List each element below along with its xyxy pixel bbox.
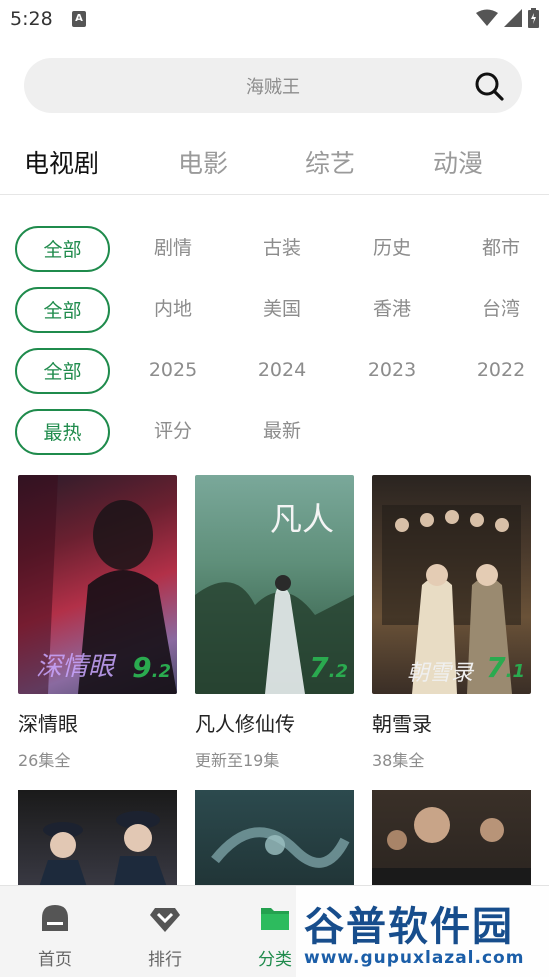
poster-image[interactable]: 凡人 7.2 — [195, 475, 354, 694]
card-title: 深情眼 — [18, 712, 78, 736]
diamond-icon — [150, 908, 180, 932]
category-tabs: 电视剧 电影 综艺 动漫 — [0, 136, 549, 188]
filter-genre-costume[interactable]: 古装 — [246, 226, 318, 272]
sort-newest[interactable]: 最新 — [246, 409, 318, 455]
score-badge: 9.2 — [132, 651, 171, 684]
sort-hot[interactable]: 最热 — [15, 409, 110, 455]
filter-region-hongkong[interactable]: 香港 — [356, 287, 428, 333]
status-time: 5:28 — [10, 8, 53, 30]
filter-year-2024[interactable]: 2024 — [246, 348, 318, 394]
poster-art — [38, 811, 168, 890]
search-placeholder: 海贼王 — [246, 77, 300, 98]
poster-image[interactable] — [195, 790, 354, 890]
card-episodes: 26集全 — [18, 751, 71, 770]
filter-row-genre: 全部 剧情 古装 历史 都市 — [0, 226, 549, 272]
notification-a-icon: A — [72, 11, 86, 27]
nav-ranking[interactable]: 排行 — [125, 886, 205, 977]
watermark-url: www.gupuxlazal.com — [304, 948, 525, 968]
tab-movie[interactable]: 电影 — [178, 144, 228, 180]
battery-icon — [528, 8, 539, 28]
tab-anime[interactable]: 动漫 — [433, 144, 483, 180]
watermark-logo: 谷普软件园 www.gupuxlazal.com — [296, 886, 549, 977]
nav-ranking-label: 排行 — [148, 950, 182, 970]
poster-image[interactable] — [18, 790, 177, 890]
filter-genre-drama[interactable]: 剧情 — [137, 226, 209, 272]
filter-region-taiwan[interactable]: 台湾 — [465, 287, 537, 333]
signal-icon — [504, 9, 522, 27]
filter-genre-all[interactable]: 全部 — [15, 226, 110, 272]
svg-text:深情眼: 深情眼 — [36, 652, 117, 682]
watermark-name: 谷普软件园 — [304, 904, 514, 950]
home-icon — [42, 905, 68, 931]
card-episodes: 38集全 — [372, 751, 425, 770]
search-icon[interactable] — [474, 71, 504, 101]
card-title: 凡人修仙传 — [195, 712, 295, 736]
poster-art — [372, 807, 531, 890]
filter-row-sort: 最热 评分 最新 — [0, 409, 549, 455]
tab-tv[interactable]: 电视剧 — [24, 144, 99, 180]
tabs-divider — [0, 194, 549, 195]
filter-region-mainland[interactable]: 内地 — [137, 287, 209, 333]
tab-variety[interactable]: 综艺 — [305, 144, 355, 180]
folder-icon — [261, 908, 289, 930]
show-card[interactable]: 凡人 7.2 凡人修仙传 更新至19集 — [195, 475, 354, 771]
filter-region-usa[interactable]: 美国 — [246, 287, 318, 333]
score-badge: 7.1 — [486, 651, 525, 684]
poster-image[interactable]: 深情眼 9.2 — [18, 475, 177, 694]
show-card[interactable]: 深情眼 9.2 深情眼 26集全 — [18, 475, 177, 771]
svg-text:朝雪录: 朝雪录 — [407, 661, 475, 686]
filter-year-2022[interactable]: 2022 — [465, 348, 537, 394]
filter-year-all[interactable]: 全部 — [15, 348, 110, 394]
filter-year-2025[interactable]: 2025 — [137, 348, 209, 394]
nav-home[interactable]: 首页 — [15, 886, 95, 977]
poster-image[interactable] — [372, 790, 531, 890]
filter-region-all[interactable]: 全部 — [15, 287, 110, 333]
wifi-icon — [476, 9, 498, 26]
filter-genre-history[interactable]: 历史 — [356, 226, 428, 272]
show-card[interactable]: 朝雪录 7.1 朝雪录 38集全 — [372, 475, 531, 771]
poster-art — [211, 827, 350, 868]
filter-row-region: 全部 内地 美国 香港 台湾 — [0, 287, 549, 333]
sort-rating[interactable]: 评分 — [137, 409, 209, 455]
svg-text:凡人: 凡人 — [270, 500, 334, 538]
filter-year-2023[interactable]: 2023 — [356, 348, 428, 394]
card-title: 朝雪录 — [372, 712, 432, 736]
score-badge: 7.2 — [309, 651, 348, 684]
status-icons — [476, 8, 539, 28]
card-episodes: 更新至19集 — [195, 751, 280, 770]
search-bar[interactable]: 海贼王 — [24, 58, 522, 113]
filter-row-year: 全部 2025 2024 2023 2022 — [0, 348, 549, 394]
nav-home-label: 首页 — [38, 950, 72, 970]
filter-genre-urban[interactable]: 都市 — [465, 226, 537, 272]
status-bar: 5:28 A — [0, 0, 549, 40]
poster-image[interactable]: 朝雪录 7.1 — [372, 475, 531, 694]
